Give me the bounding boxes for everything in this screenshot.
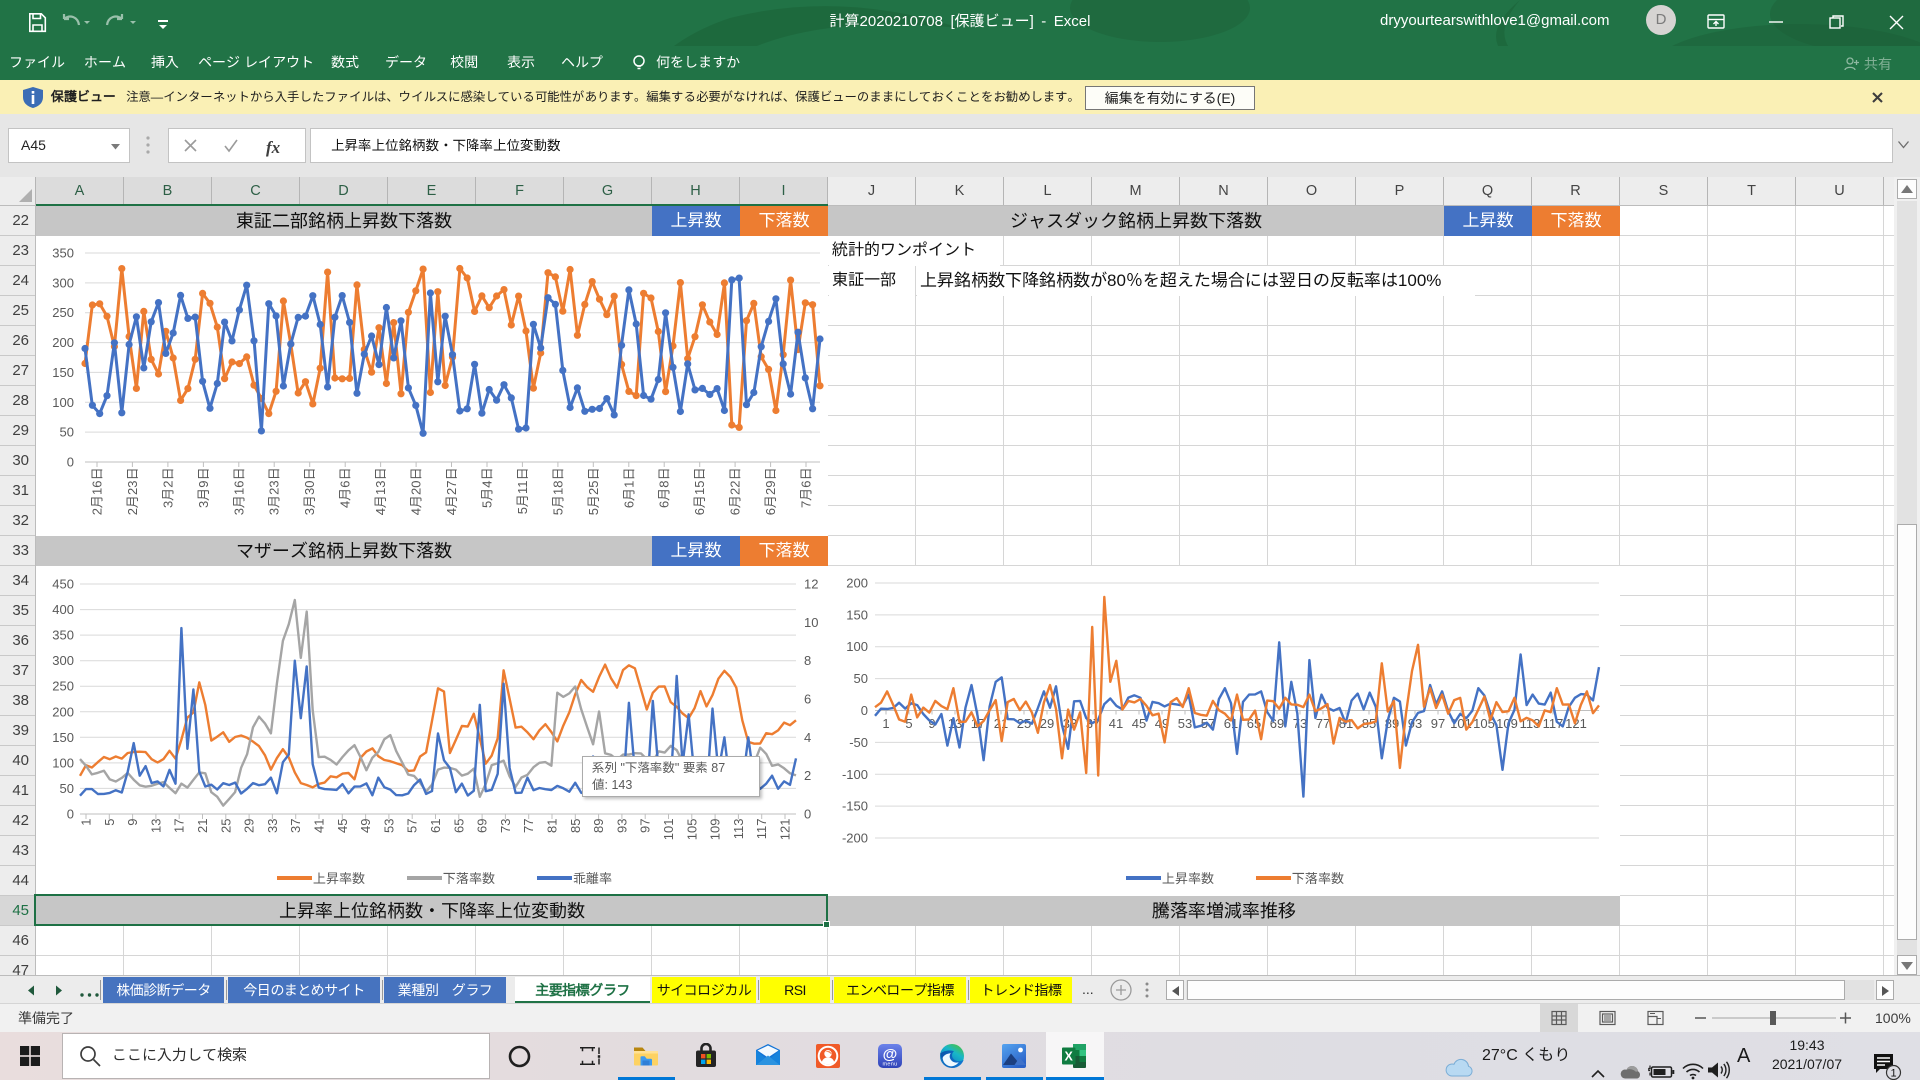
- svg-text:1: 1: [1890, 1068, 1896, 1080]
- svg-text:X: X: [1065, 1050, 1074, 1064]
- svg-text:@: @: [883, 1046, 898, 1063]
- svg-text:menu: menu: [883, 1062, 898, 1068]
- svg-text:fx: fx: [266, 138, 281, 157]
